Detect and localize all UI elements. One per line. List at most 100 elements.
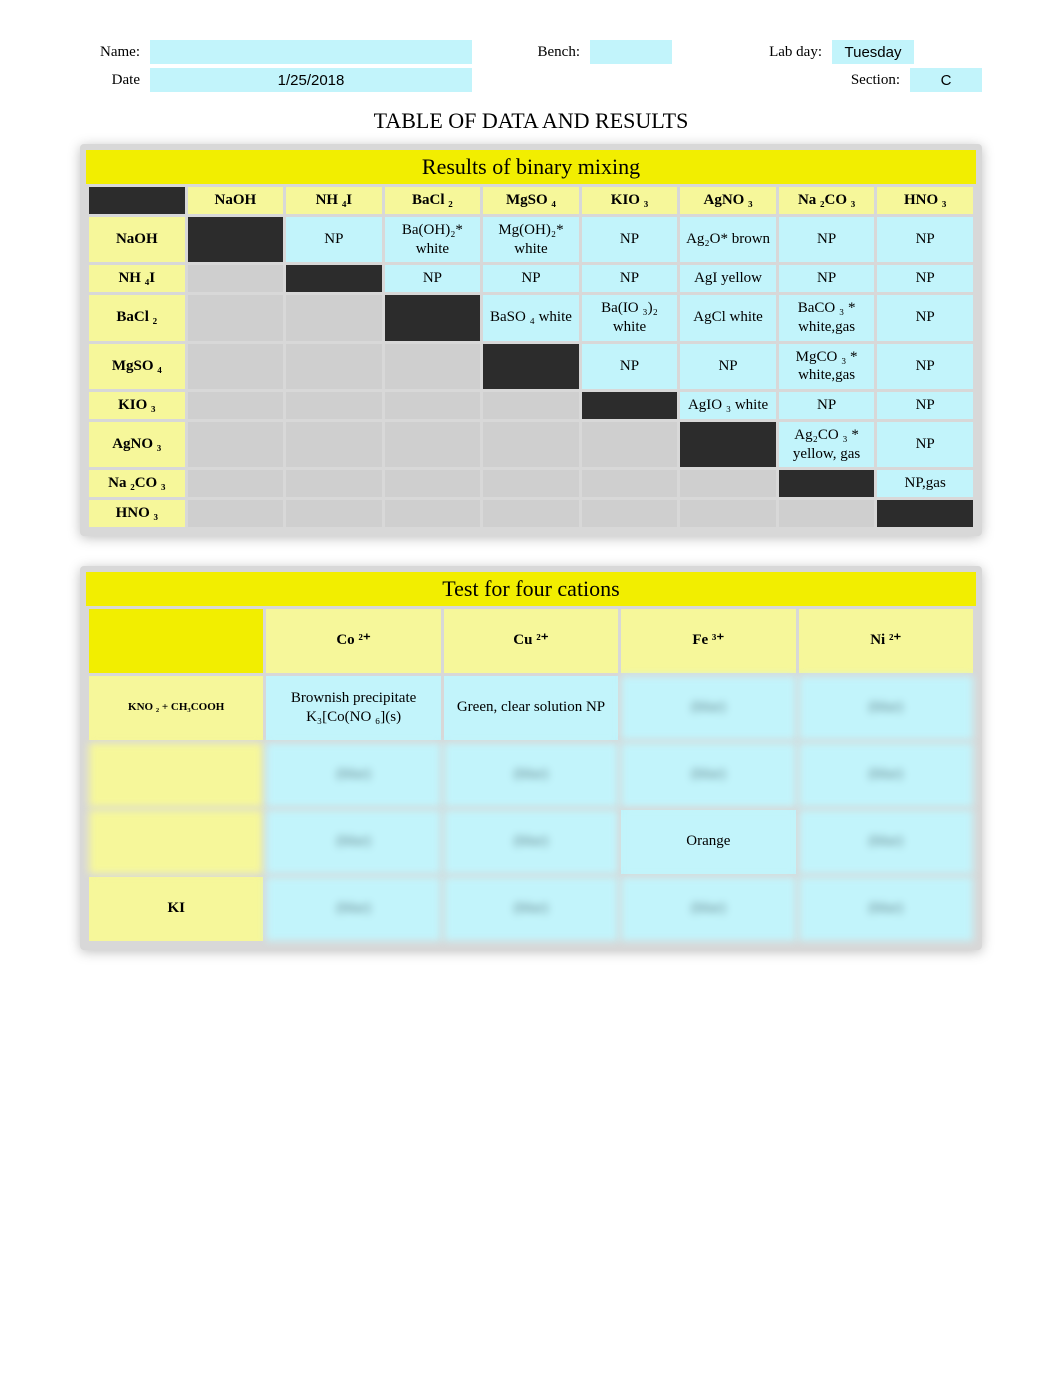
row-head: KNO ₂ + CH₃COOH [89, 676, 263, 740]
binary-mixing-panel: Results of binary mixing NaOH NH ₄I BaCl… [80, 144, 982, 536]
col-head: Ni ²⁺ [799, 609, 973, 673]
cell-blurred: (blur) [799, 877, 973, 941]
cell-blurred: (blur) [621, 877, 795, 941]
cell: NP [877, 344, 973, 390]
cell-blank [483, 500, 579, 527]
row-head-blurred [89, 810, 263, 874]
table-row: Na ₂CO ₃ NP,gas [89, 470, 973, 497]
date-label: Date [80, 72, 140, 89]
cell: NP [779, 392, 875, 419]
col-head: Na ₂CO ₃ [779, 187, 875, 214]
cell: NP [582, 265, 678, 292]
labday-input[interactable] [832, 40, 914, 64]
cell: NP [286, 217, 382, 263]
table-row: NH ₄I NP NP NP AgI yellow NP NP [89, 265, 973, 292]
cell-blank [385, 422, 481, 468]
cell: Ba(IO ₃)₂ white [582, 295, 678, 341]
cell-diagonal [582, 392, 678, 419]
table-row: (blur) (blur) Orange (blur) [89, 810, 973, 874]
cell-blank [483, 392, 579, 419]
cell-blurred: (blur) [444, 743, 618, 807]
cell-diagonal [779, 470, 875, 497]
section-input[interactable] [910, 68, 982, 92]
cell-blank [286, 344, 382, 390]
date-input[interactable] [150, 68, 472, 92]
cell-blank [385, 392, 481, 419]
cell-blurred: (blur) [621, 676, 795, 740]
name-input[interactable] [150, 40, 472, 64]
cell-blank [680, 470, 776, 497]
table-row: MgSO ₄ NP NP MgCO ₃ * white,gas NP [89, 344, 973, 390]
cell: MgCO ₃ * white,gas [779, 344, 875, 390]
binary-caption: Results of binary mixing [86, 150, 976, 184]
cell-blank [483, 422, 579, 468]
cell-blank [286, 470, 382, 497]
cell-diagonal [483, 344, 579, 390]
cell-blurred: (blur) [799, 676, 973, 740]
cell-diagonal [680, 422, 776, 468]
table-row: KNO ₂ + CH₃COOH Brownish precipitate K₃[… [89, 676, 973, 740]
cell: NP [877, 265, 973, 292]
cell: Green, clear solution NP [444, 676, 618, 740]
cell: Brownish precipitate K₃[Co(NO ₆](s) [266, 676, 440, 740]
cell-blank [779, 500, 875, 527]
cell-blurred: (blur) [621, 743, 795, 807]
row-head: KIO ₃ [89, 392, 185, 419]
cell-blank [582, 500, 678, 527]
row-head: NaOH [89, 217, 185, 263]
row-head: NH ₄I [89, 265, 185, 292]
row-head: MgSO ₄ [89, 344, 185, 390]
row-head: KI [89, 877, 263, 941]
col-head: HNO ₃ [877, 187, 973, 214]
cell-blank [582, 422, 678, 468]
cell: NP,gas [877, 470, 973, 497]
binary-table: NaOH NH ₄I BaCl ₂ MgSO ₄ KIO ₃ AgNO ₃ Na… [86, 184, 976, 530]
cell-diagonal [188, 217, 284, 263]
col-head: NH ₄I [286, 187, 382, 214]
cell-blank [188, 470, 284, 497]
col-head: Cu ²⁺ [444, 609, 618, 673]
row-head: Na ₂CO ₃ [89, 470, 185, 497]
table-row: HNO ₃ [89, 500, 973, 527]
cell-blank [188, 265, 284, 292]
cell-blurred: (blur) [266, 810, 440, 874]
cell-blank [680, 500, 776, 527]
cell-blank [286, 295, 382, 341]
cations-panel: Test for four cations Co ²⁺ Cu ²⁺ Fe ³⁺ … [80, 566, 982, 950]
cell-blurred: (blur) [799, 743, 973, 807]
cell-blank [188, 344, 284, 390]
cell-diagonal [385, 295, 481, 341]
cell-blank [385, 500, 481, 527]
cell: Ag₂O* brown [680, 217, 776, 263]
table-row: NaOH NP Ba(OH)₂* white Mg(OH)₂* white NP… [89, 217, 973, 263]
cell: NP [877, 422, 973, 468]
cell: BaSO ₄ white [483, 295, 579, 341]
table-row: BaCl ₂ BaSO ₄ white Ba(IO ₃)₂ white AgCl… [89, 295, 973, 341]
col-head: AgNO ₃ [680, 187, 776, 214]
col-head: KIO ₃ [582, 187, 678, 214]
cell: NP [385, 265, 481, 292]
cell-blurred: (blur) [266, 743, 440, 807]
cell: NP [483, 265, 579, 292]
cell-blank [188, 500, 284, 527]
cell: Orange [621, 810, 795, 874]
bench-input[interactable] [590, 40, 672, 64]
col-head: Co ²⁺ [266, 609, 440, 673]
row-head: AgNO ₃ [89, 422, 185, 468]
table-row: AgNO ₃ Ag₂CO ₃ * yellow, gas NP [89, 422, 973, 468]
col-head: MgSO ₄ [483, 187, 579, 214]
row-head: HNO ₃ [89, 500, 185, 527]
col-head: BaCl ₂ [385, 187, 481, 214]
row-head-blurred [89, 743, 263, 807]
cell-blank [286, 500, 382, 527]
cell: NP [779, 217, 875, 263]
table-corner [89, 609, 263, 673]
cell-blank [188, 422, 284, 468]
cell-blank [188, 392, 284, 419]
cell: NP [779, 265, 875, 292]
cell: AgI yellow [680, 265, 776, 292]
row-head: BaCl ₂ [89, 295, 185, 341]
table-corner [89, 187, 185, 214]
cell-blurred: (blur) [799, 810, 973, 874]
cell-blurred: (blur) [444, 810, 618, 874]
